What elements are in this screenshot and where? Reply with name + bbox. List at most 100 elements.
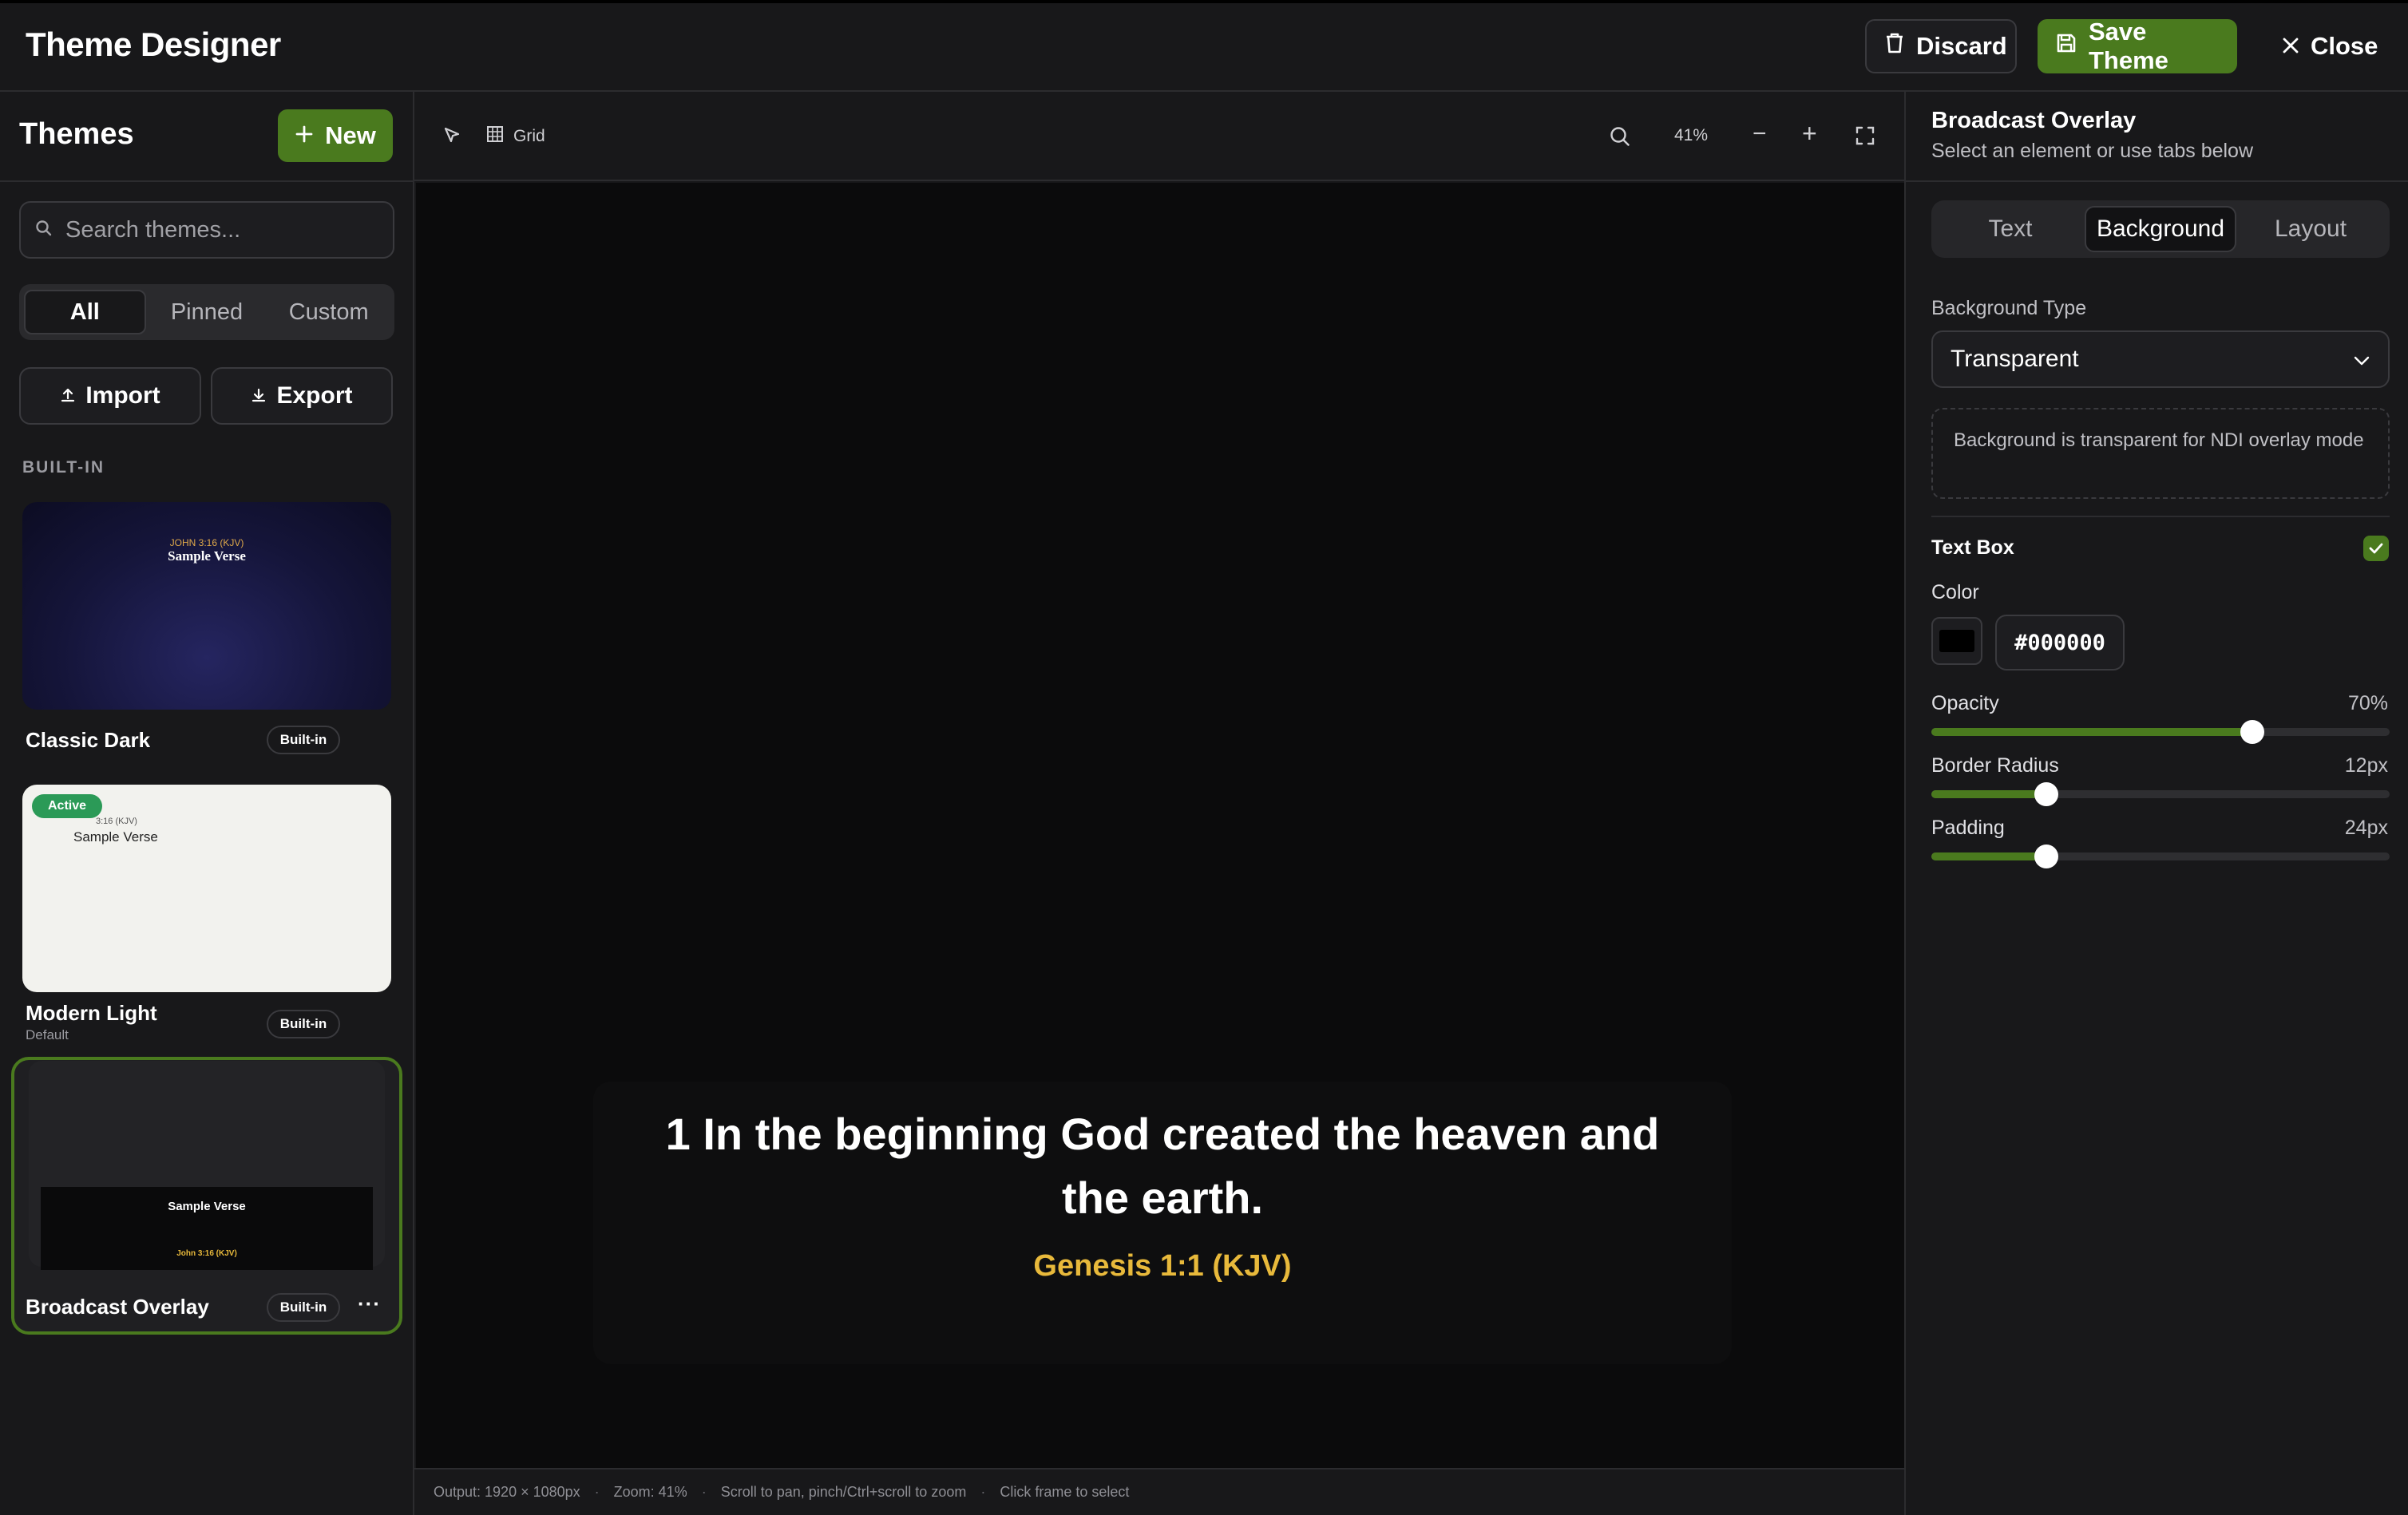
opacity-slider[interactable]	[1931, 720, 2390, 744]
padding-label: Padding	[1931, 817, 2005, 839]
padding-value: 24px	[2344, 817, 2388, 839]
canvas-toolbar: Grid 41% − +	[414, 92, 1904, 181]
tab-background[interactable]: Background	[2085, 206, 2236, 252]
status-output: Output: 1920 × 1080px	[434, 1484, 580, 1500]
background-type-select[interactable]: Transparent	[1931, 330, 2390, 388]
app-title: Theme Designer	[26, 26, 281, 63]
theme-name-classic-dark: Classic Dark	[26, 728, 151, 752]
export-button[interactable]: Export	[211, 367, 393, 425]
discard-label: Discard	[1916, 32, 2007, 60]
built-in-badge: Built-in	[267, 1010, 340, 1038]
divider	[1906, 180, 2408, 182]
theme-name-modern-light: Modern Light	[26, 1001, 157, 1025]
opacity-slider-handle[interactable]	[2240, 720, 2264, 744]
opacity-value: 70%	[2347, 692, 2388, 714]
status-separator: ·	[594, 1484, 600, 1500]
close-label: Close	[2311, 32, 2378, 60]
discard-button[interactable]: Discard	[1865, 19, 2017, 73]
more-options-icon[interactable]: ···	[358, 1292, 381, 1316]
padding-slider-handle[interactable]	[2034, 845, 2058, 868]
grid-label: Grid	[513, 127, 545, 145]
status-separator: ·	[980, 1484, 986, 1500]
preview-frame[interactable]: 1 In the beginning God created the heave…	[416, 183, 1904, 1468]
panel-title: Broadcast Overlay	[1931, 108, 2137, 133]
built-in-badge: Built-in	[267, 1293, 340, 1322]
active-badge: Active	[32, 794, 103, 818]
zoom-level: 41%	[1674, 126, 1709, 144]
border-radius-slider-fill	[1931, 790, 2046, 798]
import-label: Import	[85, 382, 160, 409]
fullscreen-icon[interactable]	[1855, 125, 1875, 150]
border-radius-slider[interactable]	[1931, 782, 2390, 806]
border-radius-slider-handle[interactable]	[2034, 782, 2058, 806]
zoom-in-button[interactable]: +	[1802, 119, 1817, 148]
text-box-checkbox[interactable]	[2363, 536, 2389, 561]
preview-reference: 3:16 (KJV)	[96, 817, 137, 826]
export-label: Export	[276, 382, 353, 409]
status-click-hint: Click frame to select	[1000, 1484, 1130, 1500]
upload-icon	[60, 382, 76, 409]
verse-text[interactable]: 1 In the beginning God created the heave…	[641, 1102, 1684, 1230]
themes-sidebar: Themes New All Pinned Custom Import	[0, 92, 414, 1515]
divider	[1931, 516, 2390, 517]
plus-icon	[295, 121, 314, 150]
padding-slider[interactable]	[1931, 845, 2390, 868]
filter-segmented-control: All Pinned Custom	[19, 284, 394, 340]
search-box	[19, 201, 394, 259]
close-icon	[2282, 32, 2299, 61]
background-type-value: Transparent	[1951, 346, 2079, 372]
status-separator: ·	[701, 1484, 707, 1500]
grid-toggle[interactable]: Grid	[486, 125, 545, 148]
status-zoom: Zoom: 41%	[613, 1484, 687, 1500]
zoom-search-icon[interactable]	[1609, 125, 1631, 152]
section-label-built-in: BUILT-IN	[22, 458, 105, 477]
color-swatch-fill	[1939, 630, 1974, 652]
filter-all[interactable]: All	[24, 290, 146, 334]
panel-subtitle: Select an element or use tabs below	[1931, 140, 2254, 162]
status-bar: Output: 1920 × 1080px · Zoom: 41% · Scro…	[414, 1468, 1904, 1515]
transparent-note: Background is transparent for NDI overla…	[1931, 408, 2390, 499]
preview-verse: Sample Verse	[168, 1200, 246, 1213]
theme-card-classic-dark-preview[interactable]: JOHN 3:16 (KJV) Sample Verse	[22, 502, 391, 710]
app-root: Theme Designer Discard Save Theme Close …	[0, 0, 2408, 1515]
color-hex-input[interactable]: #000000	[1995, 615, 2125, 670]
theme-card-broadcast-overlay-preview: Sample Verse John 3:16 (KJV)	[29, 1061, 385, 1270]
tab-text[interactable]: Text	[1936, 206, 2085, 252]
filter-pinned[interactable]: Pinned	[146, 290, 268, 334]
preview-reference: JOHN 3:16 (KJV)	[169, 537, 244, 548]
text-box-label: Text Box	[1931, 536, 2014, 559]
new-label: New	[325, 121, 376, 149]
tab-layout[interactable]: Layout	[2236, 206, 2385, 252]
preview-verse: Sample Verse	[73, 829, 158, 845]
background-type-label: Background Type	[1931, 297, 2087, 319]
pointer-tool-icon[interactable]	[442, 125, 462, 150]
close-button[interactable]: Close	[2264, 19, 2386, 73]
chevron-down-icon	[2353, 346, 2370, 373]
border-radius-value: 12px	[2344, 754, 2388, 777]
divider	[0, 180, 414, 182]
sidebar-title: Themes	[19, 117, 134, 151]
trash-icon	[1884, 32, 1905, 61]
built-in-badge: Built-in	[267, 726, 340, 754]
download-icon	[251, 382, 267, 409]
theme-card-modern-light-preview[interactable]: Active 3:16 (KJV) Sample Verse	[22, 785, 391, 992]
canvas-area: Grid 41% − + 1 In the beginning God crea…	[414, 92, 1904, 1515]
color-label: Color	[1931, 581, 1979, 603]
opacity-label: Opacity	[1931, 692, 1999, 714]
search-input[interactable]	[65, 216, 369, 243]
border-radius-label: Border Radius	[1931, 754, 2059, 777]
save-theme-button[interactable]: Save Theme	[2038, 18, 2237, 74]
zoom-out-button[interactable]: −	[1753, 121, 1767, 148]
preview-verse: Sample Verse	[168, 548, 246, 564]
save-icon	[2055, 32, 2077, 61]
title-bar: Theme Designer Discard Save Theme Close	[0, 0, 2408, 92]
save-theme-label: Save Theme	[2089, 18, 2168, 74]
color-swatch[interactable]	[1931, 617, 1982, 665]
verse-reference[interactable]: Genesis 1:1 (KJV)	[593, 1249, 1732, 1284]
text-box-overlay[interactable]: 1 In the beginning God created the heave…	[593, 1082, 1732, 1364]
import-button[interactable]: Import	[19, 367, 201, 425]
opacity-slider-fill	[1931, 728, 2252, 736]
new-theme-button[interactable]: New	[278, 109, 393, 162]
filter-custom[interactable]: Custom	[267, 290, 390, 334]
status-scroll-hint: Scroll to pan, pinch/Ctrl+scroll to zoom	[720, 1484, 967, 1500]
